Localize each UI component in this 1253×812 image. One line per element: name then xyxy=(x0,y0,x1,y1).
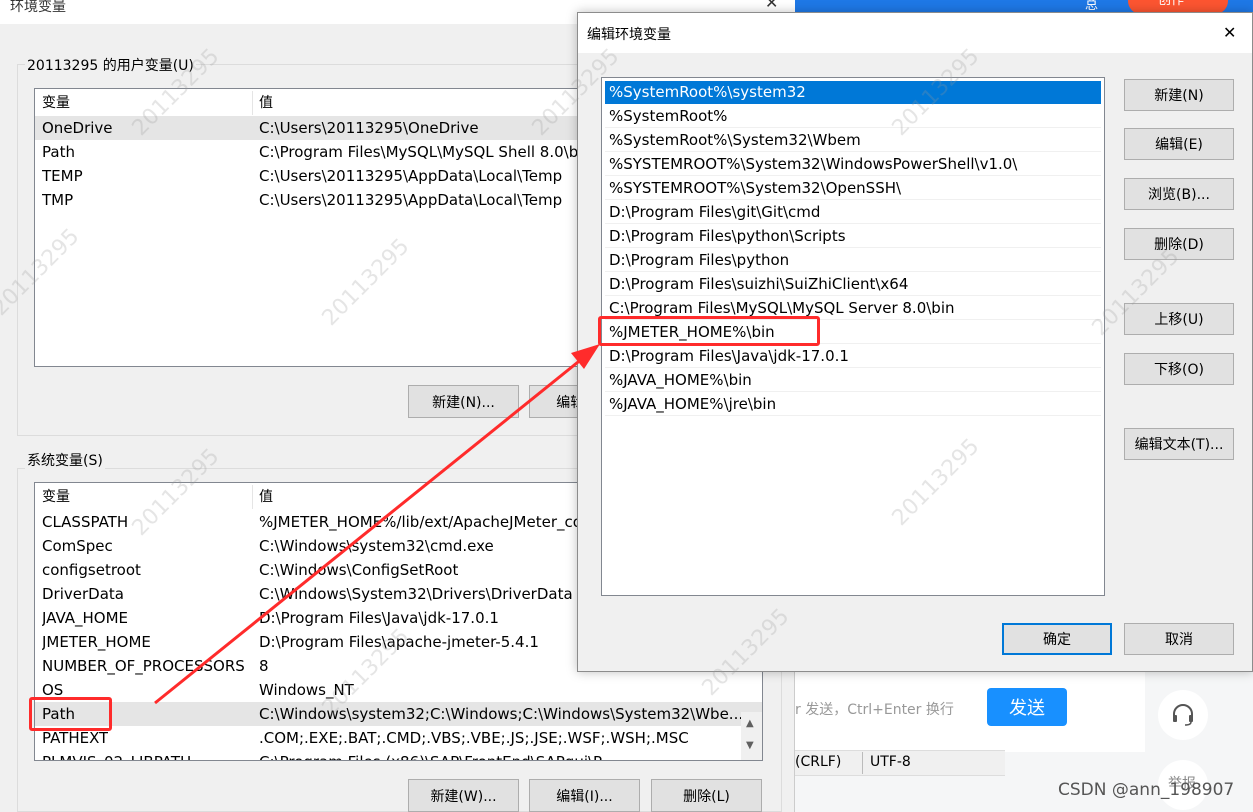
annotation-arrow xyxy=(154,344,600,705)
footer-credit: CSDN @ann_198907 xyxy=(1058,780,1235,800)
